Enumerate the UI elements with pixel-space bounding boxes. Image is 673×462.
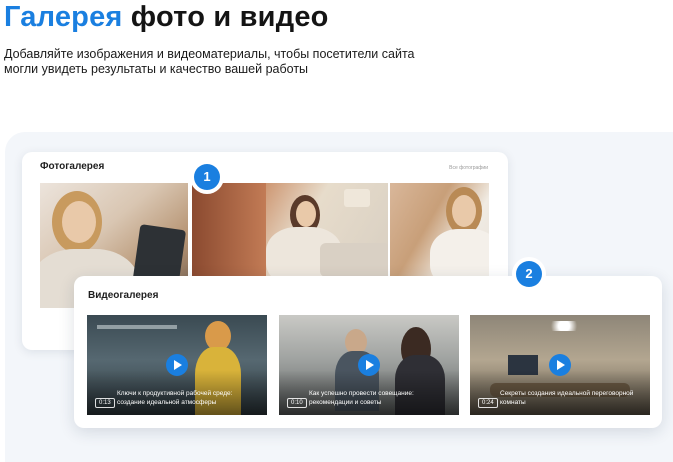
photo-thumbnail[interactable] (192, 183, 388, 276)
page-subtitle: Добавляйте изображения и видеоматериалы,… (4, 47, 415, 76)
play-icon[interactable] (549, 354, 571, 376)
video-thumbnail[interactable]: 0:13 Ключи к продуктивной рабочей среде:… (87, 315, 267, 415)
video-duration: 0:24 (478, 398, 498, 408)
page-title: Галерея фото и видео (4, 0, 329, 34)
video-caption: Секреты создания идеальной переговорной … (500, 390, 634, 406)
step-badge-1: 1 (194, 164, 220, 190)
photo-thumbnail[interactable] (390, 183, 489, 276)
person-face (452, 195, 476, 227)
video-gallery-card: Видеогалерея 0:13 Ключи к продуктивной р… (74, 276, 662, 428)
play-icon[interactable] (358, 354, 380, 376)
person-face (62, 201, 96, 243)
pendant-lights (546, 321, 582, 331)
video-duration: 0:10 (287, 398, 307, 408)
page-title-rest: фото и видео (130, 1, 329, 33)
page-title-accent: Галерея (4, 1, 123, 33)
video-duration: 0:13 (95, 398, 115, 408)
video-gallery-title: Видеогалерея (88, 290, 159, 301)
photo-gallery-title: Фотогалерея (40, 161, 105, 172)
video-thumbnail[interactable]: 0:24 Секреты создания идеальной перегово… (470, 315, 650, 415)
video-thumbnail[interactable]: 0:10 Как успешно провести совещание: рек… (279, 315, 459, 415)
play-icon[interactable] (166, 354, 188, 376)
lamp-shade (344, 189, 370, 207)
all-photos-link[interactable]: Все фотографии (449, 165, 488, 171)
person-body (430, 229, 489, 276)
step-badge-2: 2 (516, 261, 542, 287)
window-light (192, 183, 266, 276)
video-caption: Ключи к продуктивной рабочей среде: созд… (117, 390, 233, 406)
office-lights (97, 325, 177, 329)
sofa (320, 243, 388, 276)
person-face (296, 201, 316, 227)
video-caption: Как успешно провести совещание: рекоменд… (309, 390, 414, 406)
